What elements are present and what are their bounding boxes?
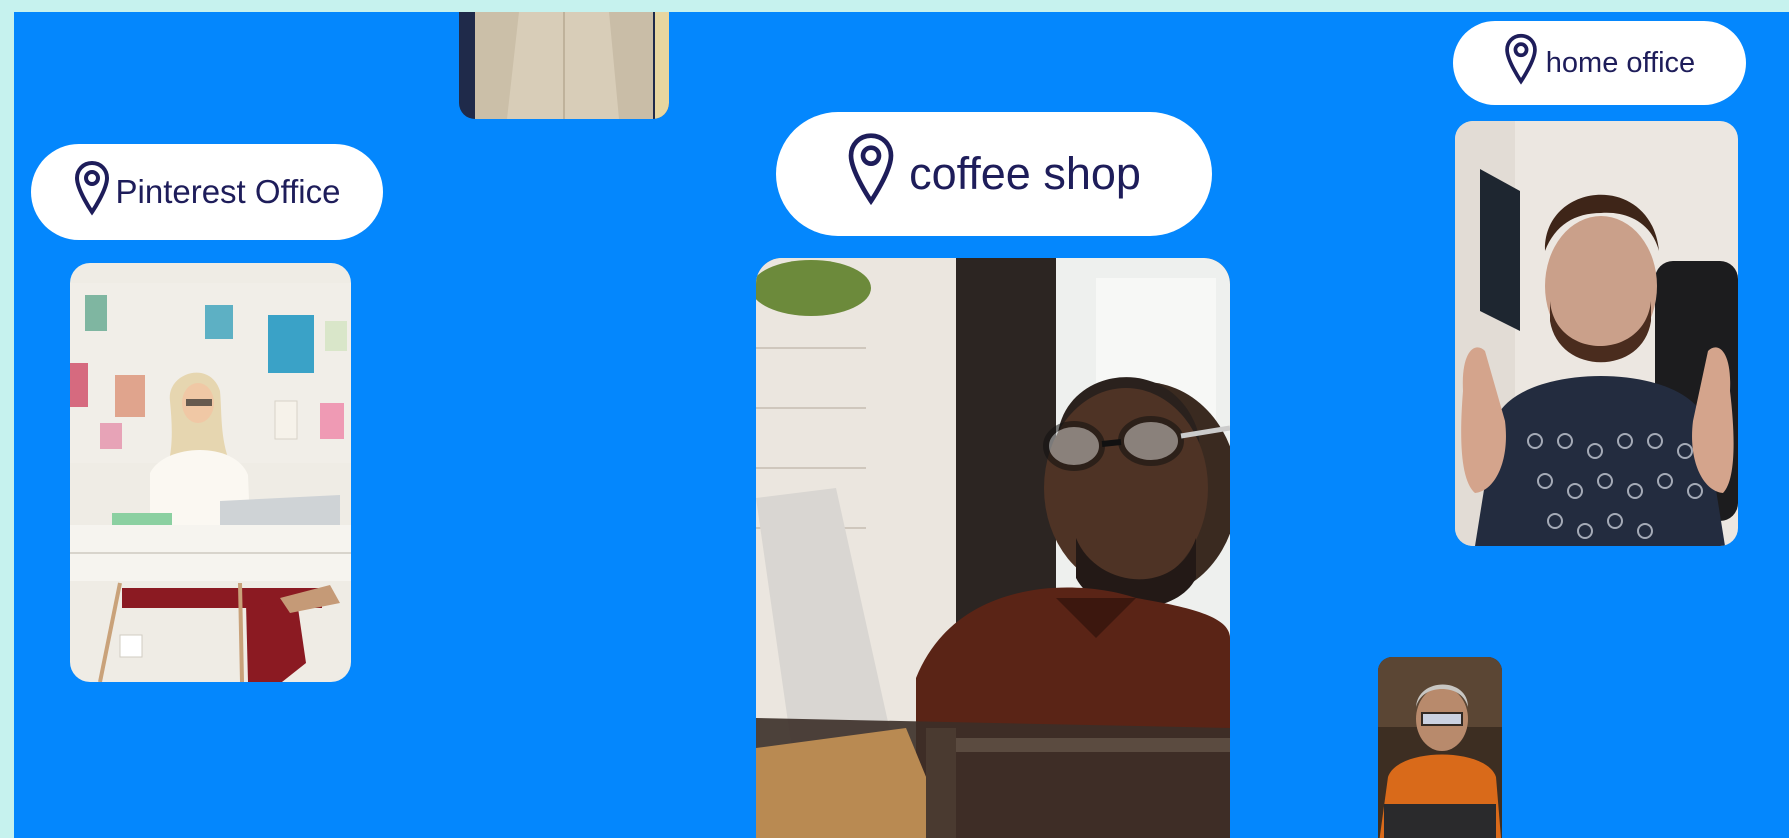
person-photo-small <box>1378 657 1502 838</box>
location-tag-label: home office <box>1545 46 1696 79</box>
location-tag-pinterest-office: Pinterest Office <box>31 144 383 240</box>
person-photo-home-office <box>1455 121 1738 546</box>
location-tag-home-office: home office <box>1453 21 1746 105</box>
video-stage: Pinterest Office coffee shop home office <box>14 12 1789 838</box>
map-pin-icon <box>74 160 110 224</box>
location-tag-label: coffee shop <box>909 148 1141 199</box>
person-photo-coffee-shop <box>756 258 1230 838</box>
person-photo-top-partial <box>459 12 669 119</box>
map-pin-icon <box>1504 33 1538 93</box>
person-photo-pinterest-office <box>70 263 351 682</box>
location-tag-label: Pinterest Office <box>115 173 341 210</box>
map-pin-icon <box>847 131 895 218</box>
location-tag-coffee-shop: coffee shop <box>776 112 1212 236</box>
